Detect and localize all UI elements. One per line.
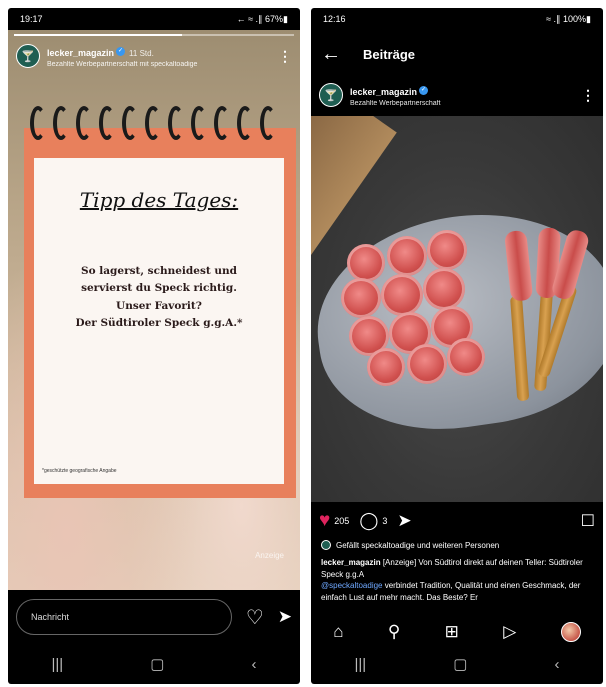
comment-icon[interactable]: ◯ bbox=[359, 511, 378, 531]
post-image[interactable] bbox=[311, 116, 603, 502]
send-icon[interactable]: ➤ bbox=[278, 607, 292, 627]
back-button[interactable]: ‹ bbox=[554, 656, 559, 673]
spiral-ring bbox=[53, 106, 69, 140]
story-footer: Nachricht ♡ ➤ bbox=[8, 592, 300, 642]
status-time: 19:17 bbox=[20, 14, 43, 24]
spiral-ring bbox=[214, 106, 230, 140]
story-partnership-label[interactable]: Bezahlte Werbepartnerschaft mit speckalt… bbox=[47, 61, 278, 69]
search-icon[interactable]: ⚲ bbox=[388, 622, 400, 642]
story-time: 11 Std. bbox=[129, 49, 154, 59]
share-icon[interactable]: ➤ bbox=[397, 511, 411, 531]
status-bar: 19:17 ← ≈ .∥ 67%▮ bbox=[8, 8, 300, 30]
post-account-name[interactable]: lecker_magazin bbox=[350, 87, 417, 97]
liked-by-text: Gefällt speckaltoadige und weiteren Pers… bbox=[336, 540, 500, 550]
recents-button[interactable]: ||| bbox=[52, 656, 64, 673]
ad-label: Anzeige bbox=[255, 551, 284, 560]
note-footnote: *geschützte geografische Angabe bbox=[42, 468, 117, 474]
note-body: So lagerst, schneidest und servierst du … bbox=[44, 263, 274, 332]
speck-rosette bbox=[367, 348, 405, 386]
home-button[interactable]: ▢ bbox=[453, 655, 467, 673]
speck-rosette bbox=[447, 338, 485, 376]
post-header: 🍸 lecker_magazin ✓ Bezahlte Werbepartners… bbox=[319, 80, 595, 110]
verified-icon: ✓ bbox=[116, 47, 126, 57]
speck-rosette bbox=[423, 268, 465, 310]
spiral-ring bbox=[260, 106, 276, 140]
story-account-name[interactable]: lecker_magazin bbox=[47, 48, 114, 58]
note-line: servierst du Speck richtig. bbox=[81, 282, 237, 295]
spiral-ring bbox=[237, 106, 253, 140]
post-actions: ♥ 205 ◯ 3 ➤ ☐ bbox=[319, 508, 595, 534]
system-nav-bar: ||| ▢ ‹ bbox=[311, 644, 603, 684]
note-line: Unser Favorit? bbox=[116, 299, 202, 312]
spiral-ring bbox=[191, 106, 207, 140]
post-account-info: lecker_magazin ✓ Bezahlte Werbepartnersch… bbox=[350, 81, 581, 109]
like-count[interactable]: 205 bbox=[334, 516, 349, 526]
spiral-rings bbox=[30, 106, 290, 146]
spiral-ring bbox=[145, 106, 161, 140]
caption-mention[interactable]: @speckaltoadige bbox=[321, 581, 383, 590]
spiral-ring bbox=[99, 106, 115, 140]
speck-rosette bbox=[341, 278, 381, 318]
post-screen: 12:16 ≈ .∥ 100%▮ ← Beiträge 🍸 lecker_mag… bbox=[311, 8, 603, 684]
story-screen: 19:17 ← ≈ .∥ 67%▮ 🍸 lecker_magazin ✓ 11 St… bbox=[8, 8, 300, 684]
liked-by-row[interactable]: Gefällt speckaltoadige und weiteren Pers… bbox=[321, 540, 593, 550]
spiral-ring bbox=[168, 106, 184, 140]
story-progress-bar bbox=[14, 34, 294, 36]
story-account-info: lecker_magazin ✓ 11 Std. Bezahlte Werbepar… bbox=[47, 42, 278, 70]
speck-rosette bbox=[427, 230, 467, 270]
liker-avatar bbox=[321, 540, 331, 550]
status-bar: 12:16 ≈ .∥ 100%▮ bbox=[311, 8, 603, 30]
heart-icon[interactable]: ♡ bbox=[246, 605, 264, 630]
more-options-icon[interactable]: ⋮ bbox=[581, 87, 595, 104]
recents-button[interactable]: ||| bbox=[355, 656, 367, 673]
home-icon[interactable]: ⌂ bbox=[333, 622, 343, 642]
verified-icon: ✓ bbox=[419, 86, 429, 96]
system-nav-bar: ||| ▢ ‹ bbox=[8, 644, 300, 684]
back-button[interactable]: ‹ bbox=[251, 656, 256, 673]
instagram-nav-bar: ⌂ ⚲ ⊞ ▷ bbox=[311, 618, 603, 646]
speck-rosette bbox=[381, 274, 423, 316]
like-heart-icon[interactable]: ♥ bbox=[319, 510, 330, 532]
spiral-ring bbox=[76, 106, 92, 140]
story-header: 🍸 lecker_magazin ✓ 11 Std. Bezahlte Werbep… bbox=[16, 42, 292, 70]
comment-count[interactable]: 3 bbox=[382, 516, 387, 526]
caption-user[interactable]: lecker_magazin bbox=[321, 558, 381, 567]
back-arrow-icon[interactable]: ← bbox=[321, 43, 341, 66]
page-title: Beiträge bbox=[363, 46, 416, 62]
speck-rosette bbox=[407, 344, 447, 384]
spiral-ring bbox=[30, 106, 46, 140]
create-post-icon[interactable]: ⊞ bbox=[445, 622, 459, 642]
post-caption[interactable]: lecker_magazin [Anzeige] Von Südtirol di… bbox=[321, 557, 593, 605]
wooden-board bbox=[311, 116, 397, 256]
note-line: So lagerst, schneidest und bbox=[81, 265, 237, 277]
top-bar: ← Beiträge bbox=[311, 36, 603, 72]
speck-rosette bbox=[347, 244, 385, 282]
more-options-icon[interactable]: ⋮ bbox=[278, 48, 292, 65]
note-line: Der Südtiroler Speck g.g.A.* bbox=[75, 316, 243, 329]
status-icons: ← ≈ .∥ 67%▮ bbox=[236, 13, 288, 24]
reels-icon[interactable]: ▷ bbox=[503, 622, 516, 642]
bookmark-icon[interactable]: ☐ bbox=[581, 511, 595, 531]
spiral-ring bbox=[122, 106, 138, 140]
status-time: 12:16 bbox=[323, 14, 346, 24]
story-progress-fill bbox=[14, 34, 182, 36]
home-button[interactable]: ▢ bbox=[150, 655, 164, 673]
profile-avatar[interactable] bbox=[560, 622, 581, 642]
status-icons: ≈ .∥ 100%▮ bbox=[546, 13, 591, 24]
message-input[interactable]: Nachricht bbox=[16, 599, 232, 635]
post-partnership-label[interactable]: Bezahlte Werbepartnerschaft bbox=[350, 100, 581, 108]
note-title: Tipp des Tages: bbox=[79, 188, 239, 212]
speck-rosette bbox=[387, 236, 427, 276]
avatar[interactable]: 🍸 bbox=[319, 83, 343, 107]
avatar[interactable]: 🍸 bbox=[16, 44, 40, 68]
